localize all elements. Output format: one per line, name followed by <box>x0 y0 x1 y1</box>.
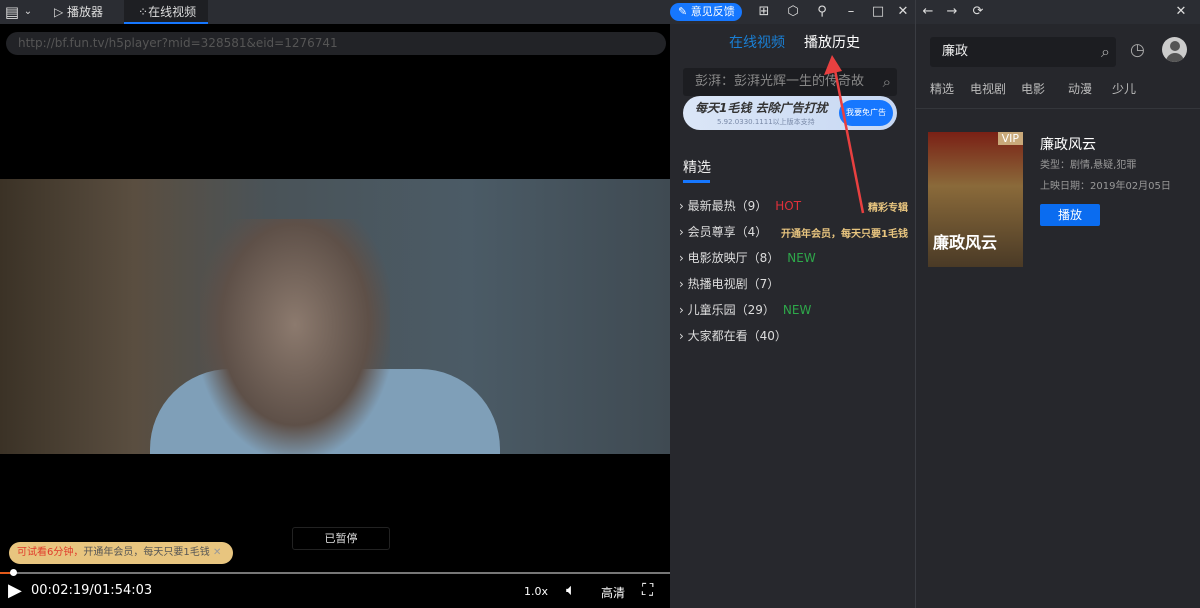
tab-online-video[interactable]: 在线视频 <box>729 32 785 52</box>
chevron-right-icon: › <box>679 303 688 317</box>
chevron-down-icon[interactable]: ⌄ <box>18 0 38 24</box>
back-icon[interactable]: ← <box>918 0 938 24</box>
category-tag: HOT <box>775 199 801 213</box>
divider <box>916 108 1200 109</box>
minimize-icon[interactable]: – <box>841 0 861 24</box>
poster-title: 廉政风云 <box>933 229 997 253</box>
search-icon[interactable]: ⌕ <box>883 68 891 96</box>
play-button[interactable]: 播放 <box>1040 204 1100 226</box>
close-icon[interactable]: ✕ <box>1171 0 1191 24</box>
time-display: 00:02:19/01:54:03 <box>31 583 152 598</box>
category-tag: NEW <box>783 303 811 317</box>
result-date: 上映日期：2019年02月05日 <box>1040 177 1171 192</box>
feedback-button[interactable]: ✎ 意见反馈 <box>670 3 742 21</box>
nav-tv[interactable]: 电视剧 <box>970 80 1006 97</box>
category-item[interactable]: › 电影放映厅（8）NEW <box>679 249 816 266</box>
annotation-arrow <box>820 55 870 215</box>
speed-button[interactable]: 1.0x <box>524 585 548 598</box>
chevron-right-icon: › <box>679 251 688 265</box>
tab-online-video[interactable]: ⁘在线视频 <box>124 0 208 24</box>
nav-featured[interactable]: 精选 <box>930 80 954 97</box>
video-panel: 在线视频 播放历史 彭湃：彭湃光辉一生的传奇故⌕ 每天1毛钱 去除广告打扰 5.… <box>670 24 915 608</box>
category-item[interactable]: › 热播电视剧（7） <box>679 275 779 292</box>
window-controls: ✎ 意见反馈 ⊞ ⬡ ⚲ – □ ✕ <box>670 0 915 24</box>
chevron-right-icon: › <box>679 199 688 213</box>
tab-bar: ▤ ⌄ ▷ 播放器 ⁘在线视频 <box>0 0 670 24</box>
paused-label: 已暂停 <box>292 527 390 550</box>
progress-bar[interactable] <box>0 572 670 574</box>
search-icon[interactable]: ⌕ <box>1101 37 1110 67</box>
maximize-icon[interactable]: □ <box>868 0 888 24</box>
section-underline <box>683 180 710 183</box>
cube-icon[interactable]: ⬡ <box>783 0 803 24</box>
fullscreen-icon[interactable]: ⛶ <box>642 580 653 600</box>
video-content <box>200 219 390 454</box>
video-frame[interactable] <box>0 179 670 454</box>
section-title: 精选 <box>683 157 711 177</box>
close-icon[interactable]: ✕ <box>213 547 221 558</box>
url-bar[interactable]: http://bf.fun.tv/h5player?mid=328581&eid… <box>6 32 666 55</box>
trial-notice: 可试看6分钟，开通年会员，每天只要1毛钱 ✕ <box>9 542 233 564</box>
avatar[interactable] <box>1162 37 1187 62</box>
close-icon[interactable]: ✕ <box>893 0 913 24</box>
category-promo[interactable]: 精彩专辑 <box>868 199 908 214</box>
nav-kids[interactable]: 少儿 <box>1112 80 1136 97</box>
nav-movie[interactable]: 电影 <box>1021 80 1045 97</box>
history-clock-icon[interactable]: ◷ <box>1130 40 1145 60</box>
quality-button[interactable]: 高清 <box>601 584 625 601</box>
play-icon[interactable]: ▶ <box>8 580 22 601</box>
category-tag: NEW <box>787 251 815 265</box>
play-circle-icon: ▷ <box>54 5 67 19</box>
tab-play-history[interactable]: 播放历史 <box>804 32 860 52</box>
poster-image[interactable]: VIP 廉政风云 <box>928 132 1023 267</box>
progress-knob[interactable] <box>10 569 17 576</box>
vip-badge: VIP <box>998 132 1023 145</box>
apps-icon[interactable]: ⊞ <box>754 0 774 24</box>
category-item[interactable]: › 儿童乐园（29）NEW <box>679 301 811 318</box>
tab-player[interactable]: ▷ 播放器 <box>54 0 103 24</box>
chevron-right-icon: › <box>679 277 688 291</box>
chevron-right-icon: › <box>679 329 688 343</box>
player-controls: ▶ 00:02:19/01:54:03 1.0x 🔈︎ 高清 ⛶ <box>0 578 670 608</box>
result-genre: 类型：剧情,悬疑,犯罪 <box>1040 156 1136 171</box>
browser-toolbar: ← → ⟳ ✕ <box>915 0 1200 24</box>
search-panel: 廉政⌕ ◷ 精选 电视剧 电影 动漫 少儿 VIP 廉政风云 廉政风云 类型：剧… <box>915 24 1200 608</box>
category-item[interactable]: › 大家都在看（40） <box>679 327 787 344</box>
edit-icon: ✎ <box>678 5 691 18</box>
category-item[interactable]: › 最新最热（9）HOT <box>679 197 801 214</box>
volume-icon[interactable]: 🔈︎ <box>566 580 576 600</box>
chevron-right-icon: › <box>679 225 688 239</box>
refresh-icon[interactable]: ⟳ <box>968 0 988 24</box>
search-input[interactable]: 廉政⌕ <box>930 37 1116 67</box>
grid-icon: ⁘ <box>138 5 148 19</box>
result-title[interactable]: 廉政风云 <box>1040 134 1096 154</box>
category-promo[interactable]: 开通年会员，每天只要1毛钱 <box>781 225 908 240</box>
pin-icon[interactable]: ⚲ <box>812 0 832 24</box>
category-item[interactable]: › 会员尊享（4） <box>679 223 767 240</box>
nav-anime[interactable]: 动漫 <box>1068 80 1092 97</box>
forward-icon[interactable]: → <box>942 0 962 24</box>
